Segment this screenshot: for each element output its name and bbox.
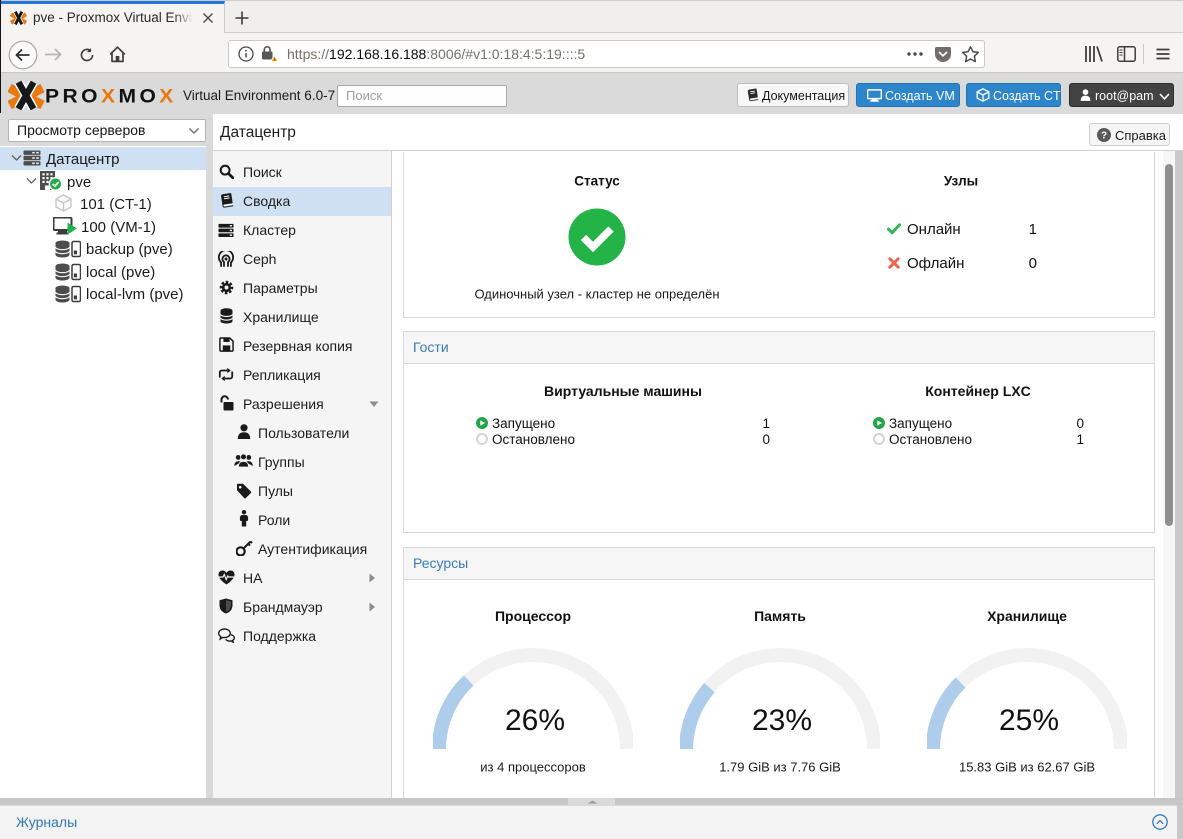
svg-text:PROXMOX: PROXMOX <box>45 86 176 107</box>
svg-text:?: ? <box>1101 130 1107 141</box>
